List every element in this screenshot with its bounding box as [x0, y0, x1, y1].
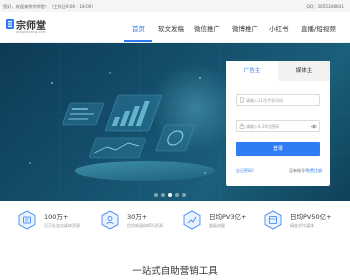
- top-utility-bar: 您好，欢迎来到宗师堂！（工作日9:00 - 18:00） QQ：30553486…: [0, 0, 350, 12]
- stat-value: 100万+: [44, 213, 69, 221]
- site-logo[interactable]: 宗师堂 zongshitang.com: [6, 17, 62, 39]
- carousel-dots: [154, 193, 186, 197]
- tab-media-owner[interactable]: 媒体主: [278, 61, 330, 81]
- welcome-text: 您好，欢迎来到宗师堂！（工作日9:00 - 18:00）: [3, 3, 96, 9]
- register-link[interactable]: 免费注册: [306, 168, 322, 174]
- kol-resource-icon: [101, 210, 119, 230]
- phone-field: [236, 94, 320, 106]
- forgot-password-link[interactable]: 忘记密码？: [236, 168, 256, 174]
- stat-description: 百万社会化媒体资源: [44, 223, 80, 228]
- stat-description: 精准合作媒体: [290, 223, 314, 228]
- nav-active-indicator: [124, 40, 152, 42]
- traffic-icon: [183, 210, 201, 230]
- nav-item-article[interactable]: 软文发稿: [158, 23, 184, 33]
- carousel-dot[interactable]: [154, 193, 158, 197]
- logo-mark-icon: [6, 19, 14, 29]
- nav-item-wechat[interactable]: 微信推广: [194, 23, 220, 33]
- carousel-dot[interactable]: [182, 193, 186, 197]
- nav-item-weibo[interactable]: 微博推广: [232, 23, 258, 33]
- phone-icon: [240, 97, 244, 103]
- carousel-dot[interactable]: [175, 193, 179, 197]
- logo-subtitle: zongshitang.com: [16, 30, 46, 34]
- lock-icon: [239, 123, 245, 129]
- stats-row: 100万+ 百万社会化媒体资源 30万+ 优质新媒体KOL资源 日均PV3亿+ …: [0, 201, 350, 241]
- nav-item-live-video[interactable]: 直播/短视频: [301, 23, 336, 33]
- stat-item: 日均PV3亿+ 超级流量: [183, 208, 263, 236]
- password-input[interactable]: [246, 121, 316, 131]
- carousel-dot[interactable]: [161, 193, 165, 197]
- stat-item: 日均PV50亿+ 精准合作媒体: [264, 208, 344, 236]
- nav-item-xiaohongshu[interactable]: 小红书: [269, 23, 289, 33]
- phone-input[interactable]: [246, 95, 316, 105]
- stat-value: 日均PV50亿+: [290, 213, 332, 221]
- media-resource-icon: [18, 210, 36, 230]
- stat-value: 30万+: [127, 213, 148, 221]
- stat-description: 超级流量: [209, 223, 225, 228]
- stat-item: 100万+ 百万社会化媒体资源: [18, 208, 98, 236]
- password-field: [236, 120, 320, 132]
- partner-media-icon: [264, 210, 282, 230]
- nav-item-home[interactable]: 首页: [132, 23, 145, 33]
- carousel-dot-active[interactable]: [168, 193, 172, 197]
- stat-value: 日均PV3亿+: [209, 213, 247, 221]
- login-button[interactable]: 登录: [236, 142, 320, 156]
- section-title: 一站式自助营销工具: [132, 266, 218, 277]
- stat-description: 优质新媒体KOL资源: [127, 223, 163, 228]
- tab-advertiser[interactable]: 广告主: [226, 61, 278, 81]
- main-nav: 宗师堂 zongshitang.com 首页 软文发稿 微信推广 微博推广 小红…: [0, 12, 350, 43]
- qq-contact: QQ：3055348641: [306, 3, 344, 9]
- eye-icon[interactable]: [311, 124, 317, 129]
- login-card: 广告主 媒体主 登录 忘记密码？ 没有账号？ 免费注册: [226, 61, 330, 186]
- stat-item: 30万+ 优质新媒体KOL资源: [101, 208, 181, 236]
